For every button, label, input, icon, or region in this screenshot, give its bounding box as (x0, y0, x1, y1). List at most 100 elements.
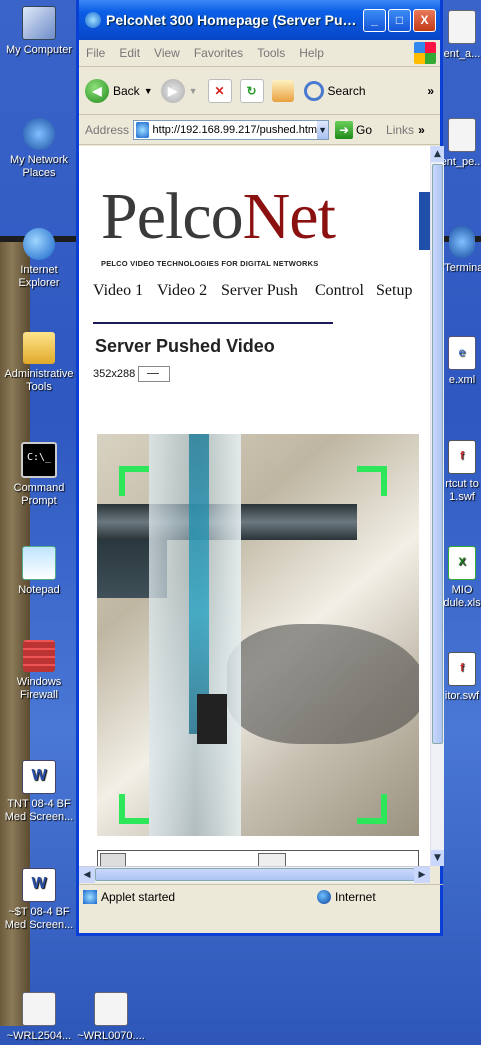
desktop-icon-my-computer[interactable]: My Computer (0, 6, 78, 57)
menu-view[interactable]: View (154, 46, 180, 60)
nav-video-1[interactable]: Video 1 (93, 282, 143, 300)
page-icon (136, 121, 149, 138)
desktop-icon-notepad[interactable]: Notepad (0, 546, 78, 597)
maximize-button[interactable]: □ (388, 8, 411, 32)
page-viewport: PelcoNet PELCO VIDEO TECHNOLOGIES FOR DI… (79, 146, 430, 866)
video-control-strip (97, 850, 419, 866)
shortcut-icon (448, 10, 476, 44)
notepad-icon (22, 546, 56, 580)
desktop-icon-internet-explorer[interactable]: Internet Explorer (0, 228, 78, 290)
desktop-icon-label: ~WRL2504... (6, 1030, 72, 1042)
xml-file-icon: e (448, 336, 476, 370)
menu-help[interactable]: Help (299, 46, 324, 60)
desktop-icon-label: e.xml (448, 374, 476, 386)
desktop-icon-label: MIO dule.xls (443, 584, 481, 609)
vertical-scrollbar[interactable]: ▲ ▼ (430, 146, 444, 866)
back-arrow-icon[interactable]: ◀ (85, 78, 109, 103)
desktop-icon-label: ~WRL0070.... (77, 1030, 145, 1042)
video-feed (97, 434, 419, 836)
corner-marker-bottom-left (119, 794, 149, 824)
horizontal-scrollbar[interactable]: ◀ ▶ (79, 866, 430, 883)
links-chevron-icon[interactable]: » (418, 123, 425, 137)
status-zone: Internet (335, 889, 376, 904)
go-button-label[interactable]: Go (356, 123, 372, 137)
toolbar-chevron-icon[interactable]: » (427, 84, 434, 98)
desktop-icon-right-6[interactable]: X MIO dule.xls (440, 546, 481, 610)
resolution-label: 352x288 (93, 368, 136, 380)
back-dropdown-icon[interactable]: ▼ (144, 86, 153, 96)
file-icon (22, 992, 56, 1026)
back-button-label[interactable]: Back (113, 84, 140, 98)
firewall-icon (23, 640, 55, 672)
minimize-button[interactable]: _ (363, 8, 386, 32)
search-button-label[interactable]: Search (328, 84, 366, 98)
desktop-icon-right-7[interactable]: f itor.swf (440, 652, 481, 703)
internet-explorer-icon (23, 228, 55, 260)
internet-zone-icon (317, 889, 331, 904)
standard-toolbar: ◀ Back ▼ ▶ ▼ ✕ ↻ Search » (79, 67, 440, 115)
nav-control[interactable]: Control (315, 282, 364, 300)
command-prompt-icon: C:\_ (21, 442, 57, 478)
desktop-icon-right-4[interactable]: e e.xml (440, 336, 481, 387)
desktop-icon-right-5[interactable]: f rtcut to 1.swf (440, 440, 481, 504)
desktop-icon-label: My Network Places (9, 154, 69, 179)
scroll-up-icon[interactable]: ▲ (431, 146, 444, 162)
desktop-icon-right-1[interactable]: ent_a... (440, 10, 481, 61)
search-icon[interactable] (303, 80, 324, 101)
desktop-icon-label: Command Prompt (13, 482, 65, 507)
nav-setup[interactable]: Setup (376, 282, 412, 300)
address-input[interactable]: http://192.168.99.217/pushed.htm ▼ (133, 119, 330, 140)
scroll-right-icon[interactable]: ▶ (414, 867, 430, 883)
nav-divider (93, 322, 333, 324)
menu-favorites[interactable]: Favorites (194, 46, 243, 60)
control-button-center[interactable] (258, 853, 286, 866)
close-button[interactable]: X (413, 8, 436, 32)
horizontal-scroll-thumb[interactable] (95, 868, 415, 881)
home-icon[interactable] (271, 79, 294, 102)
desktop-icon-administrative-tools[interactable]: Administrative Tools (0, 332, 78, 394)
desktop-icon-label: Windows Firewall (16, 676, 62, 701)
flash-file-icon: f (448, 652, 476, 686)
desktop-icon-label: TNT 08-4 BF Med Screen... (4, 798, 74, 823)
desktop-icon-label: Administrative Tools (4, 368, 74, 393)
desktop-icon-wrl0070[interactable]: ~WRL0070.... (72, 992, 150, 1043)
desktop-icon-command-prompt[interactable]: C:\_ Command Prompt (0, 442, 78, 508)
desktop-icon-right-3[interactable]: rTermina (440, 226, 481, 275)
browser-window: PelcoNet 300 Homepage (Server Push) - Mi… (76, 0, 444, 936)
word-document-icon: W (22, 868, 56, 902)
title-bar[interactable]: PelcoNet 300 Homepage (Server Push) - Mi… (79, 0, 440, 40)
control-button-left[interactable] (100, 853, 126, 866)
desktop-icon-label: ~$T 08-4 BF Med Screen... (4, 906, 74, 931)
forward-dropdown-icon[interactable]: ▼ (189, 86, 198, 96)
desktop-icon-wrl2504[interactable]: ~WRL2504... (0, 992, 78, 1043)
nav-video-2[interactable]: Video 2 (157, 282, 207, 300)
network-icon (23, 118, 55, 150)
address-dropdown-icon[interactable]: ▼ (317, 120, 329, 139)
desktop-icon-my-network-places[interactable]: My Network Places (0, 118, 78, 180)
desktop-icon-label: My Computer (5, 44, 73, 56)
video-scene-camera (197, 694, 227, 744)
side-tab (419, 192, 430, 250)
scroll-down-icon[interactable]: ▼ (431, 850, 444, 866)
desktop-icon-right-2[interactable]: ent_pe... (440, 118, 481, 169)
forward-arrow-icon[interactable]: ▶ (160, 78, 185, 103)
page-title: Server Pushed Video (95, 336, 275, 356)
video-scene-water (189, 434, 209, 734)
vertical-scroll-thumb[interactable] (432, 164, 443, 744)
desktop-icon-label: Internet Explorer (18, 264, 60, 289)
desktop-icon-windows-firewall[interactable]: Windows Firewall (0, 640, 78, 702)
desktop-icon-tnt-doc[interactable]: W TNT 08-4 BF Med Screen... (0, 760, 78, 824)
stop-icon[interactable]: ✕ (207, 78, 232, 103)
refresh-icon[interactable]: ↻ (239, 78, 264, 103)
scroll-left-icon[interactable]: ◀ (79, 867, 95, 883)
menu-tools[interactable]: Tools (257, 46, 285, 60)
internet-explorer-icon (85, 12, 101, 28)
nav-server-push[interactable]: Server Push (221, 282, 298, 300)
resolution-toggle[interactable] (138, 366, 171, 382)
menu-edit[interactable]: Edit (119, 46, 140, 60)
menu-file[interactable]: File (86, 46, 105, 60)
go-arrow-icon[interactable]: ➜ (335, 120, 354, 139)
desktop-icon-temp-doc[interactable]: W ~$T 08-4 BF Med Screen... (0, 868, 78, 932)
window-title: PelcoNet 300 Homepage (Server Push) - Mi… (106, 12, 363, 28)
links-label[interactable]: Links (386, 123, 414, 137)
